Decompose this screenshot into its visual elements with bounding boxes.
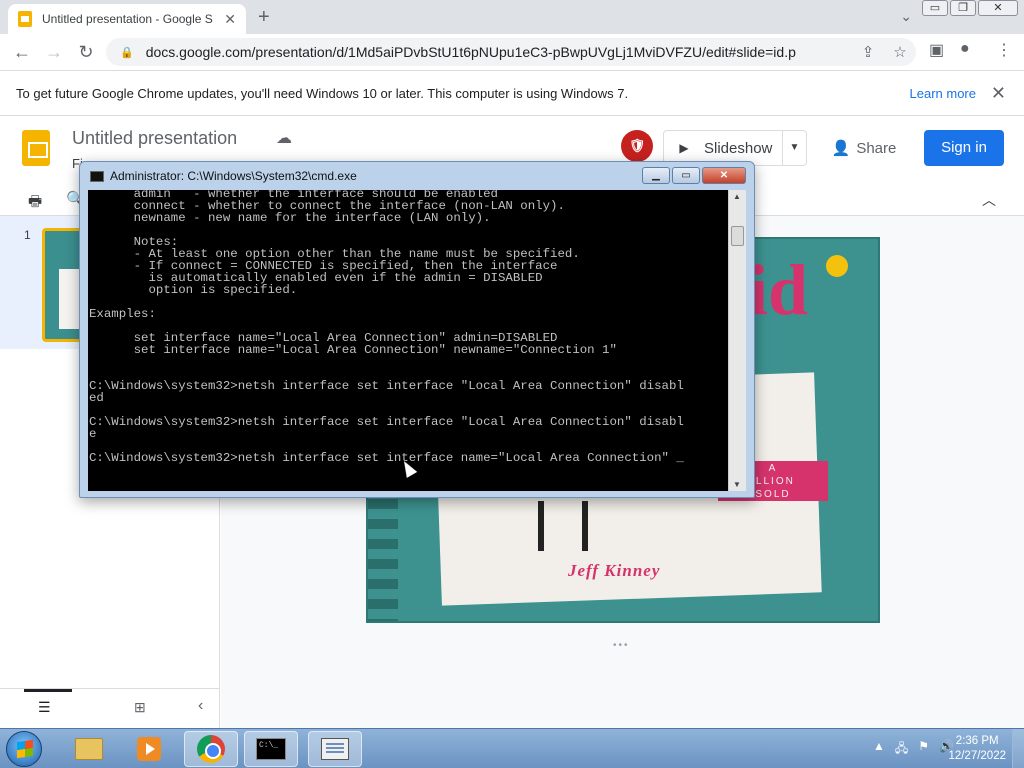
cmd-icon: C:\_ [256,738,286,760]
restore-button[interactable]: ❐ [950,0,976,16]
windows-taskbar: C:\_ ▲ 🖧 ⚑ 🔊 2:36 PM 12/27/2022 [0,728,1024,768]
scroll-thumb[interactable] [731,226,744,246]
update-infobar: To get future Google Chrome updates, you… [0,70,1024,116]
cover-title-fragment: id [748,250,809,330]
active-view-indicator [24,689,72,692]
grid-view-icon[interactable]: ⊞ [134,699,146,716]
print-icon[interactable]: 🖶 [28,191,42,216]
slideshow-dropdown-icon[interactable]: ▼ [782,131,806,165]
start-button[interactable] [6,731,42,767]
system-tray: ▲ 🖧 ⚑ 🔊 [873,739,954,760]
tab-close-icon[interactable]: ✕ [224,11,236,28]
cmd-output[interactable]: admin - whether the interface should be … [89,190,728,464]
action-center-flag-icon[interactable]: ⚑ [918,739,929,760]
taskbar-media-player[interactable] [122,731,176,767]
speaker-notes-handle[interactable]: ••• [613,640,630,651]
cmd-line: C:\Windows\system32>netsh interface set … [89,415,684,429]
forward-arrow-icon[interactable]: → [38,42,70,63]
cmd-maximize-button[interactable]: ▭ [672,167,700,184]
clock-time: 2:36 PM [955,735,999,747]
address-bar[interactable]: 🔒 docs.google.com/presentation/d/1Md5aiP… [106,38,916,66]
list-view-icon[interactable]: ☰ [38,699,51,716]
tab-untitled-presentation[interactable]: Untitled presentation - Google S ✕ [8,4,246,34]
media-player-icon [137,737,161,761]
clock-date: 12/27/2022 [948,750,1006,762]
cmd-minimize-button[interactable]: ▁ [642,167,670,184]
cmd-line: e [89,427,97,441]
show-hidden-icons[interactable]: ▲ [873,739,885,760]
back-arrow-icon[interactable]: ← [6,42,38,63]
browser-toolbar: ← → ↻ 🔒 docs.google.com/presentation/d/1… [0,34,1024,70]
cmd-window-controls: ▁ ▭ ✕ [642,167,746,184]
collapse-menus-icon[interactable]: ︿ [982,190,996,210]
taskbar-explorer[interactable] [62,731,116,767]
cloud-status-icon[interactable]: ☁ [276,128,292,148]
cmd-line: ed [89,391,104,405]
cmd-title: Administrator: C:\Windows\System32\cmd.e… [110,169,357,183]
tab-search-chevron-icon[interactable]: ⌄ [900,8,912,25]
sign-in-button[interactable]: Sign in [924,130,1004,166]
screen: Untitled presentation - Google S ✕ + ⌄ ▭… [0,0,1024,768]
tab-strip: Untitled presentation - Google S ✕ + ⌄ ▭… [0,0,1024,34]
filmstrip-view-controls: ☰ ⊞ ‹ [0,688,219,728]
cmd-window[interactable]: Administrator: C:\Windows\System32\cmd.e… [79,161,755,498]
slides-logo-icon[interactable] [22,130,50,166]
collapse-filmstrip-icon[interactable]: ‹ [198,697,203,715]
new-tab-button[interactable]: + [258,6,270,29]
cmd-line: C:\Windows\system32>netsh interface set … [89,379,684,393]
window-app-icon [321,738,349,760]
cmd-close-button[interactable]: ✕ [702,167,746,184]
presentation-title[interactable]: Untitled presentation [72,128,237,149]
show-desktop-button[interactable] [1012,729,1024,768]
learn-more-link[interactable]: Learn more [910,86,976,101]
folder-icon [75,738,103,760]
person-icon: 👤 [831,140,851,157]
minimize-button[interactable]: ▭ [922,0,948,16]
tab-title: Untitled presentation - Google S [42,12,213,26]
bookmark-star-icon[interactable]: ☆ [884,43,916,61]
close-window-button[interactable]: ✕ [978,0,1018,16]
scroll-down-icon[interactable]: ▼ [733,480,741,489]
clock[interactable]: 2:36 PM 12/27/2022 [948,734,1006,764]
cmd-line [89,296,728,308]
infobar-message: To get future Google Chrome updates, you… [16,85,629,101]
cmd-line: newname - new name for the interface (LA… [89,211,491,225]
cmd-line [89,224,728,236]
taskbar-chrome[interactable] [184,731,238,767]
share-button[interactable]: 👤 Share [820,130,908,166]
chrome-menu-icon[interactable]: ⋮ [996,40,1012,60]
slideshow-label: Slideshow [704,139,773,157]
slide-number: 1 [24,228,31,242]
url-text[interactable]: docs.google.com/presentation/d/1Md5aiPDv… [146,44,852,60]
taskbar-app[interactable] [308,731,362,767]
share-label: Share [856,139,897,157]
cmd-line: Examples: [89,307,156,321]
window-controls: ▭ ❐ ✕ [922,0,1018,16]
network-icon[interactable]: 🖧 [895,739,908,760]
cmd-line: option is specified. [89,283,298,297]
chrome-icon [197,735,225,763]
play-icon: ▶ [679,141,689,155]
side-panel-icon[interactable]: ▣ [929,40,944,60]
cmd-line: set interface name="Local Area Connectio… [89,343,617,357]
cartoon-legs-art [538,501,588,551]
cmd-window-icon [90,170,104,182]
account-avatar[interactable]: 🛡 [621,130,653,162]
reload-icon[interactable]: ↻ [70,42,102,63]
cmd-console[interactable]: admin - whether the interface should be … [88,190,728,491]
cover-author: Jeff Kinney [568,561,661,580]
cmd-line [89,356,728,368]
cmd-scrollbar[interactable]: ▲ ▼ [728,190,746,491]
share-page-icon[interactable]: ⇪ [852,43,884,61]
slides-favicon-icon [18,11,32,27]
lock-icon[interactable]: 🔒 [120,46,134,59]
taskbar-cmd[interactable]: C:\_ [244,731,298,767]
profile-avatar-icon[interactable]: ● [960,40,970,58]
scroll-up-icon[interactable]: ▲ [733,192,741,201]
infobar-close-icon[interactable]: ✕ [991,83,1006,104]
penguin-logo-icon [826,255,848,277]
